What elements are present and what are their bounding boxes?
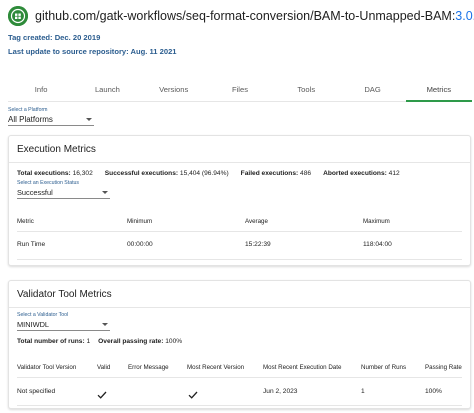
page-title[interactable]: github.com/gatk-workflows/seq-format-con… bbox=[35, 9, 474, 23]
platform-select-value: All Platforms bbox=[8, 115, 53, 124]
execution-metrics-card: Execution Metrics Total executions: 16,3… bbox=[8, 135, 471, 266]
tab-launch[interactable]: Launch bbox=[74, 80, 140, 101]
row-divider bbox=[17, 377, 462, 378]
chevron-down-icon bbox=[86, 118, 92, 121]
platform-select[interactable]: All Platforms bbox=[8, 115, 94, 126]
row-divider bbox=[17, 231, 462, 232]
cell-passing-rate: 100% bbox=[425, 388, 442, 395]
column-header-maximum: Maximum bbox=[363, 218, 390, 225]
repo-path: github.com/gatk-workflows/seq-format-con… bbox=[35, 9, 456, 23]
cell-minimum: 00:00:00 bbox=[127, 241, 153, 248]
platform-select-field: Select a Platform All Platforms bbox=[8, 107, 94, 126]
tab-dag[interactable]: DAG bbox=[339, 80, 405, 101]
last-update: Last update to source repository: Aug. 1… bbox=[8, 47, 177, 56]
column-header-most-recent-date: Most Recent Execution Date bbox=[263, 364, 342, 371]
tab-tools[interactable]: Tools bbox=[273, 80, 339, 101]
column-header-number-of-runs: Number of Runs bbox=[361, 364, 407, 371]
row-divider bbox=[17, 405, 462, 406]
column-header-metric: Metric bbox=[17, 218, 34, 225]
cell-metric: Run Time bbox=[17, 241, 46, 248]
title-row: github.com/gatk-workflows/seq-format-con… bbox=[8, 5, 474, 27]
version-label: 3.0.0 bbox=[455, 9, 474, 23]
column-header-tool-version: Validator Tool Version bbox=[17, 364, 77, 371]
tab-files[interactable]: Files bbox=[207, 80, 273, 101]
column-header-valid: Valid bbox=[97, 364, 111, 371]
tab-info[interactable]: Info bbox=[8, 80, 74, 101]
validator-metrics-card: Validator Tool Metrics Select a Validato… bbox=[8, 280, 471, 409]
check-icon bbox=[97, 386, 107, 404]
column-header-error-message: Error Message bbox=[128, 364, 169, 371]
tab-bar: Info Launch Versions Files Tools DAG Met… bbox=[8, 80, 473, 102]
column-header-most-recent-version: Most Recent Version bbox=[187, 364, 245, 371]
workflow-header: github.com/gatk-workflows/seq-format-con… bbox=[8, 5, 474, 56]
column-header-minimum: Minimum bbox=[127, 218, 153, 225]
cell-tool-version: Not specified bbox=[17, 388, 56, 395]
dockstore-logo-icon bbox=[8, 6, 28, 26]
execution-metrics-table: Metric Minimum Average Maximum Run Time … bbox=[9, 136, 470, 267]
platform-select-label: Select a Platform bbox=[8, 107, 48, 113]
cell-execution-date: Jun 2, 2023 bbox=[263, 388, 298, 395]
tab-metrics[interactable]: Metrics bbox=[405, 80, 473, 102]
validator-metrics-table: Validator Tool Version Valid Error Messa… bbox=[9, 281, 470, 410]
cell-maximum: 118:04:00 bbox=[363, 241, 392, 248]
tab-versions[interactable]: Versions bbox=[141, 80, 207, 101]
column-header-average: Average bbox=[245, 218, 268, 225]
row-divider bbox=[17, 259, 462, 260]
cell-average: 15:22:39 bbox=[245, 241, 271, 248]
column-header-passing-rate: Passing Rate bbox=[425, 364, 462, 371]
tag-created: Tag created: Dec. 20 2019 bbox=[8, 33, 101, 42]
check-icon bbox=[188, 386, 198, 404]
cell-number-of-runs: 1 bbox=[361, 388, 365, 395]
